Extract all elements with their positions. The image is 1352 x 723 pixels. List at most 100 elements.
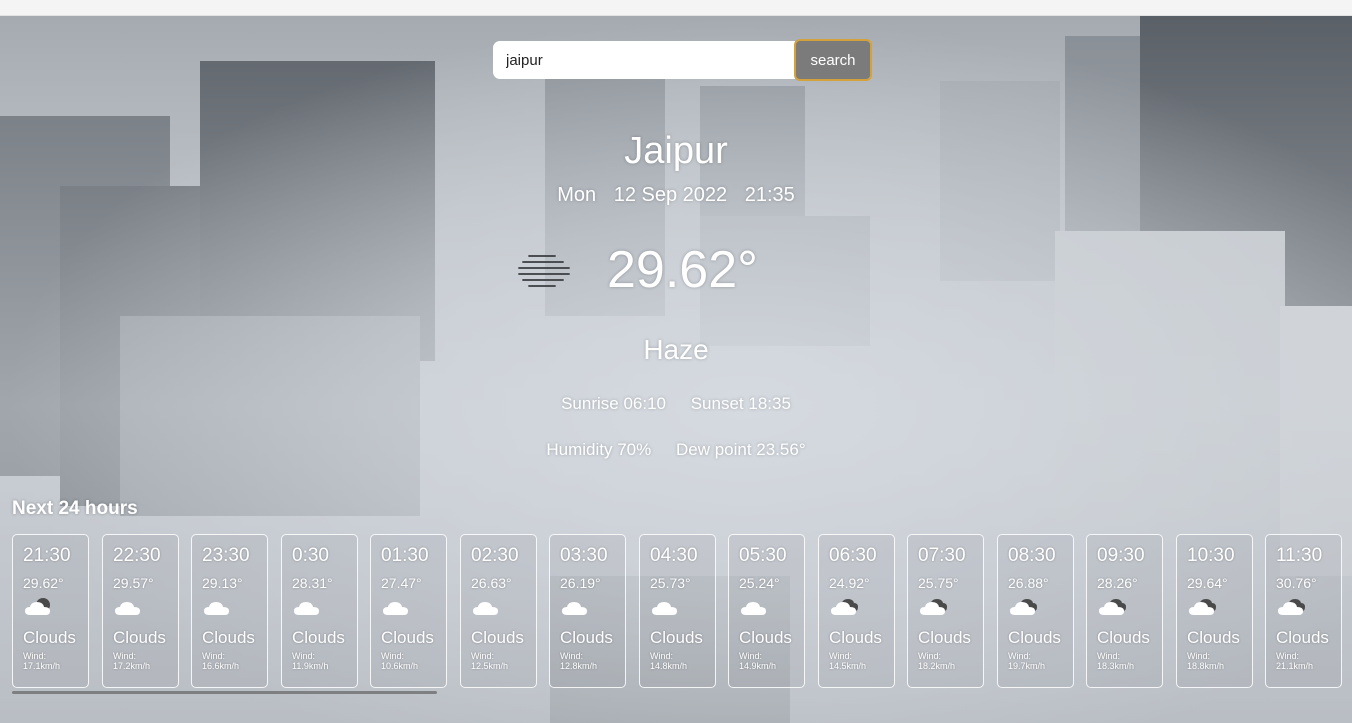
wind-speed: 17.2km/h [113, 661, 151, 671]
forecast-time: 05:30 [739, 545, 787, 566]
forecast-time: 04:30 [650, 545, 698, 566]
forecast-list[interactable]: 21:30 29.62° Clouds Wind: 17.1km/h 22:30 29.57… [12, 534, 1352, 688]
humidity-dew: Humidity 70% Dew point 23.56° [0, 440, 1352, 460]
forecast-temperature: 29.62° [23, 575, 64, 591]
cloud-icon [383, 602, 408, 615]
forecast-condition: Clouds [1276, 628, 1329, 647]
forecast-time: 08:30 [1008, 545, 1056, 566]
wind-speed: 12.8km/h [560, 661, 598, 671]
wind-speed: 18.8km/h [1187, 661, 1225, 671]
search-button[interactable]: search [794, 39, 872, 81]
forecast-temperature: 27.47° [381, 575, 422, 591]
search-input[interactable] [493, 41, 795, 79]
forecast-time: 02:30 [471, 545, 519, 566]
forecast-condition: Clouds [560, 628, 613, 647]
forecast-time: 01:30 [381, 545, 429, 566]
forecast-temperature: 26.88° [1008, 575, 1049, 591]
wind-label: Wind: [560, 651, 584, 661]
forecast-card: 09:30 28.26° Clouds Wind: 18.3km/h [1086, 534, 1163, 688]
forecast-card: 03:30 26.19° Clouds Wind: 12.8km/h [549, 534, 626, 688]
forecast-condition: Clouds [292, 628, 345, 647]
wind-speed: 12.5km/h [471, 661, 509, 671]
forecast-card: 07:30 25.75° Clouds Wind: 18.2km/h [907, 534, 984, 688]
cloud-icon [741, 602, 766, 615]
cloud-icon [473, 602, 498, 615]
wind-label: Wind: [739, 651, 763, 661]
forecast-time: 10:30 [1187, 545, 1235, 566]
forecast-condition: Clouds [113, 628, 166, 647]
forecast-time: 21:30 [23, 545, 71, 566]
forecast-card: 02:30 26.63° Clouds Wind: 12.5km/h [460, 534, 537, 688]
forecast-condition: Clouds [1008, 628, 1061, 647]
forecast-temperature: 30.76° [1276, 575, 1317, 591]
wind-speed: 19.7km/h [1008, 661, 1046, 671]
cloud-icon [294, 602, 319, 615]
forecast-time: 11:30 [1276, 545, 1323, 566]
forecast-temperature: 29.13° [202, 575, 243, 591]
wind-speed: 14.9km/h [739, 661, 777, 671]
forecast-temperature: 25.73° [650, 575, 691, 591]
wind-speed: 14.8km/h [650, 661, 688, 671]
forecast-time: 22:30 [113, 545, 161, 566]
wind-speed: 17.1km/h [23, 661, 61, 671]
forecast-card: 08:30 26.88° Clouds Wind: 19.7km/h [997, 534, 1074, 688]
wind-label: Wind: [1276, 651, 1300, 661]
cloud-icon [115, 602, 140, 615]
forecast-condition: Clouds [23, 628, 76, 647]
search-bar: search [493, 39, 872, 81]
dew-point-label: Dew point 23.56° [675, 440, 806, 459]
forecast-card: 06:30 24.92° Clouds Wind: 14.5km/h [818, 534, 895, 688]
wind-label: Wind: [1008, 651, 1032, 661]
forecast-temperature: 25.75° [918, 575, 959, 591]
forecast-condition: Clouds [471, 628, 524, 647]
forecast-time: 06:30 [829, 545, 877, 566]
partly-cloudy-night-icon [25, 598, 50, 615]
forecast-temperature: 26.63° [471, 575, 512, 591]
wind-speed: 10.6km/h [381, 661, 419, 671]
forecast-card: 22:30 29.57° Clouds Wind: 17.2km/h [102, 534, 179, 688]
cloud-icon [204, 602, 229, 615]
date-label: 12 Sep 2022 [613, 184, 728, 206]
wind-label: Wind: [471, 651, 495, 661]
city-name: Jaipur [624, 130, 728, 172]
forecast-condition: Clouds [829, 628, 882, 647]
forecast-temperature: 29.64° [1187, 575, 1228, 591]
forecast-card: 04:30 25.73° Clouds Wind: 14.8km/h [639, 534, 716, 688]
forecast-card: 21:30 29.62° Clouds Wind: 17.1km/h [12, 534, 89, 688]
day-label: Mon [557, 184, 597, 206]
forecast-condition: Clouds [650, 628, 703, 647]
forecast-time: 03:30 [560, 545, 608, 566]
forecast-temperature: 28.26° [1097, 575, 1138, 591]
forecast-temperature: 29.57° [113, 575, 154, 591]
forecast-condition: Clouds [918, 628, 971, 647]
wind-label: Wind: [292, 651, 316, 661]
wind-speed: 16.6km/h [202, 661, 240, 671]
wind-label: Wind: [23, 651, 47, 661]
forecast-condition: Clouds [202, 628, 255, 647]
wind-label: Wind: [202, 651, 226, 661]
forecast-card: 0:30 28.31° Clouds Wind: 11.9km/h [281, 534, 358, 688]
wind-speed: 18.3km/h [1097, 661, 1135, 671]
humidity-label: Humidity 70% [546, 440, 652, 459]
forecast-condition: Clouds [739, 628, 792, 647]
forecast-temperature: 26.19° [560, 575, 601, 591]
broken-clouds-icon [831, 599, 858, 615]
forecast-card: 01:30 27.47° Clouds Wind: 10.6km/h [370, 534, 447, 688]
forecast-card: 10:30 29.64° Clouds Wind: 18.8km/h [1176, 534, 1253, 688]
wind-speed: 14.5km/h [829, 661, 867, 671]
forecast-condition: Clouds [1187, 628, 1240, 647]
forecast-condition: Clouds [381, 628, 434, 647]
sunrise-label: Sunrise 06:10 [561, 394, 666, 413]
wind-speed: 21.1km/h [1276, 661, 1314, 671]
broken-clouds-icon [1189, 599, 1216, 615]
horizontal-scrollbar[interactable] [12, 691, 437, 694]
broken-clouds-icon [1278, 599, 1305, 615]
wind-speed: 18.2km/h [918, 661, 956, 671]
broken-clouds-icon [920, 599, 947, 615]
wind-label: Wind: [1187, 651, 1211, 661]
forecast-time: 09:30 [1097, 545, 1145, 566]
wind-label: Wind: [650, 651, 674, 661]
cloud-icon [562, 602, 587, 615]
forecast-temperature: 25.24° [739, 575, 780, 591]
forecast-card: 23:30 29.13° Clouds Wind: 16.6km/h [191, 534, 268, 688]
